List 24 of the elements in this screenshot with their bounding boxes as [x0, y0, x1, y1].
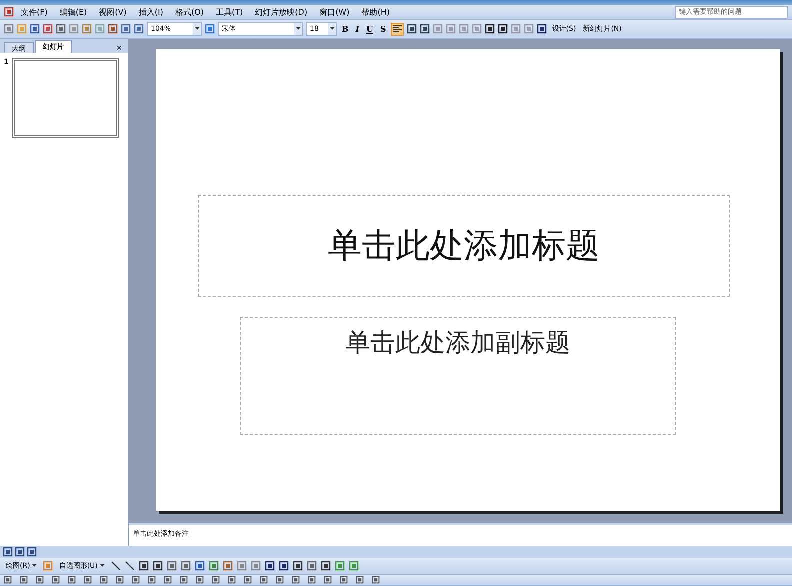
shadow-button[interactable]: S — [378, 24, 388, 34]
caret-icon — [194, 27, 200, 31]
caret-icon — [296, 27, 300, 31]
line-icon[interactable] — [110, 561, 121, 571]
caret-icon — [100, 564, 105, 568]
title-placeholder[interactable]: 单击此处添加标题 — [198, 195, 730, 297]
menu-item[interactable]: 编辑(E) — [54, 6, 92, 18]
menu-item[interactable]: 格式(O) — [170, 6, 210, 18]
menu-item[interactable]: 幻灯片放映(D) — [250, 6, 313, 18]
menu-item[interactable]: 插入(I) — [134, 6, 168, 18]
underline-button[interactable]: U — [364, 24, 376, 34]
bold-button[interactable]: B — [340, 24, 351, 34]
menu-item[interactable]: 窗口(W) — [314, 6, 355, 18]
close-button[interactable]: × — [110, 43, 128, 53]
align-left-button[interactable] — [391, 22, 404, 36]
menu-item[interactable]: 工具(T) — [211, 6, 248, 18]
caret-icon — [32, 564, 38, 568]
menu-item[interactable]: 视图(V) — [94, 6, 132, 18]
menu-item[interactable]: 文件(F) — [16, 6, 53, 18]
slide-thumbnail[interactable] — [12, 58, 119, 138]
menu-item[interactable]: 帮助(H) — [356, 6, 395, 18]
subtitle-placeholder[interactable]: 单击此处添加副标题 — [240, 317, 676, 435]
caret-icon — [330, 27, 334, 31]
italic-button[interactable]: I — [354, 24, 362, 34]
